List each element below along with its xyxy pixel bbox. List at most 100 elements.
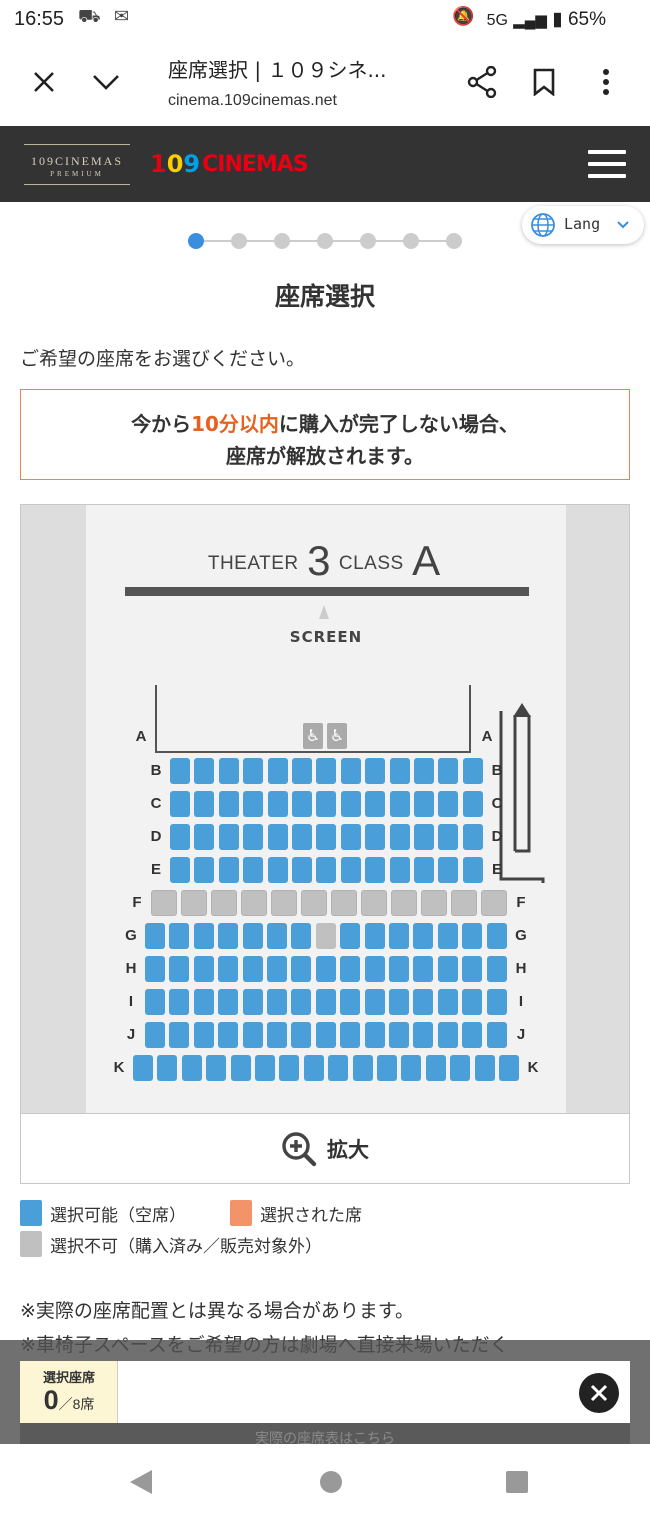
- seat[interactable]: [304, 1055, 324, 1081]
- seat[interactable]: [499, 1055, 519, 1081]
- seat[interactable]: [292, 824, 312, 850]
- seat[interactable]: [291, 956, 311, 982]
- seat[interactable]: [292, 791, 312, 817]
- seat[interactable]: [365, 923, 385, 949]
- seat[interactable]: [267, 1022, 287, 1048]
- close-panel-button[interactable]: [579, 1373, 619, 1413]
- seat[interactable]: [438, 857, 458, 883]
- seat[interactable]: [475, 1055, 495, 1081]
- seat[interactable]: [340, 923, 360, 949]
- seat[interactable]: [389, 956, 409, 982]
- seat[interactable]: [340, 989, 360, 1015]
- recent-apps-icon[interactable]: [506, 1471, 528, 1493]
- seat[interactable]: [316, 791, 336, 817]
- seat[interactable]: [279, 1055, 299, 1081]
- seat[interactable]: [194, 824, 214, 850]
- seat[interactable]: [194, 1022, 214, 1048]
- seat[interactable]: [145, 956, 165, 982]
- seat[interactable]: [438, 824, 458, 850]
- seat[interactable]: [243, 923, 263, 949]
- seat[interactable]: [169, 923, 189, 949]
- seat[interactable]: [389, 989, 409, 1015]
- seat[interactable]: [291, 923, 311, 949]
- seat[interactable]: [340, 1022, 360, 1048]
- seat[interactable]: [170, 824, 190, 850]
- seat[interactable]: [328, 1055, 348, 1081]
- seat[interactable]: [316, 758, 336, 784]
- cinemas-logo[interactable]: 1 0 9 CINEMAS: [150, 146, 309, 182]
- seat[interactable]: [243, 1022, 263, 1048]
- seat[interactable]: [487, 989, 507, 1015]
- seat[interactable]: [292, 758, 312, 784]
- seat[interactable]: [267, 956, 287, 982]
- seat[interactable]: [414, 857, 434, 883]
- seat[interactable]: [145, 923, 165, 949]
- seat[interactable]: [426, 1055, 446, 1081]
- seat[interactable]: [414, 824, 434, 850]
- seat[interactable]: [389, 1022, 409, 1048]
- seat[interactable]: [341, 824, 361, 850]
- seat[interactable]: [487, 923, 507, 949]
- seat[interactable]: [438, 989, 458, 1015]
- seat[interactable]: [316, 956, 336, 982]
- language-selector[interactable]: Lang: [522, 206, 644, 244]
- seat[interactable]: [267, 923, 287, 949]
- seat[interactable]: [218, 989, 238, 1015]
- seat[interactable]: [145, 989, 165, 1015]
- seat[interactable]: [414, 791, 434, 817]
- seat[interactable]: [182, 1055, 202, 1081]
- seat[interactable]: [438, 923, 458, 949]
- seat[interactable]: [292, 857, 312, 883]
- menu-button[interactable]: [588, 150, 626, 178]
- seat[interactable]: [390, 857, 410, 883]
- seat[interactable]: [365, 989, 385, 1015]
- seat[interactable]: [169, 1022, 189, 1048]
- seat[interactable]: [377, 1055, 397, 1081]
- seat[interactable]: [268, 857, 288, 883]
- seat[interactable]: [243, 758, 263, 784]
- seat[interactable]: [255, 1055, 275, 1081]
- seat[interactable]: [340, 956, 360, 982]
- more-menu-button[interactable]: [584, 60, 628, 104]
- seat[interactable]: [218, 956, 238, 982]
- seat[interactable]: [316, 824, 336, 850]
- seat[interactable]: [365, 1022, 385, 1048]
- seat[interactable]: [462, 989, 482, 1015]
- seat[interactable]: [413, 989, 433, 1015]
- seat[interactable]: [462, 956, 482, 982]
- seat[interactable]: [170, 758, 190, 784]
- seat[interactable]: [463, 758, 483, 784]
- close-tab-button[interactable]: [22, 60, 66, 104]
- seat[interactable]: [365, 956, 385, 982]
- seat[interactable]: [219, 758, 239, 784]
- seat[interactable]: [219, 824, 239, 850]
- seat[interactable]: [341, 791, 361, 817]
- seat[interactable]: [268, 791, 288, 817]
- seat[interactable]: [487, 1022, 507, 1048]
- page-url[interactable]: cinema.109cinemas.net: [168, 92, 337, 110]
- seat[interactable]: [390, 824, 410, 850]
- seat[interactable]: [316, 1022, 336, 1048]
- seat[interactable]: [353, 1055, 373, 1081]
- seat[interactable]: [390, 758, 410, 784]
- collapse-button[interactable]: [84, 60, 128, 104]
- seat[interactable]: [316, 989, 336, 1015]
- seat[interactable]: [219, 857, 239, 883]
- seat[interactable]: [243, 989, 263, 1015]
- seat[interactable]: [169, 989, 189, 1015]
- seat[interactable]: [243, 857, 263, 883]
- seat[interactable]: [463, 857, 483, 883]
- seat[interactable]: [157, 1055, 177, 1081]
- seat[interactable]: [268, 758, 288, 784]
- seat[interactable]: [341, 857, 361, 883]
- seat[interactable]: [462, 923, 482, 949]
- seat[interactable]: [170, 791, 190, 817]
- seat[interactable]: [291, 989, 311, 1015]
- seat[interactable]: [243, 824, 263, 850]
- premium-logo[interactable]: 109CINEMAS PREMIUM: [24, 142, 130, 186]
- seat[interactable]: [365, 791, 385, 817]
- seat[interactable]: [413, 923, 433, 949]
- seat[interactable]: [243, 791, 263, 817]
- seat[interactable]: [145, 1022, 165, 1048]
- seat[interactable]: [194, 989, 214, 1015]
